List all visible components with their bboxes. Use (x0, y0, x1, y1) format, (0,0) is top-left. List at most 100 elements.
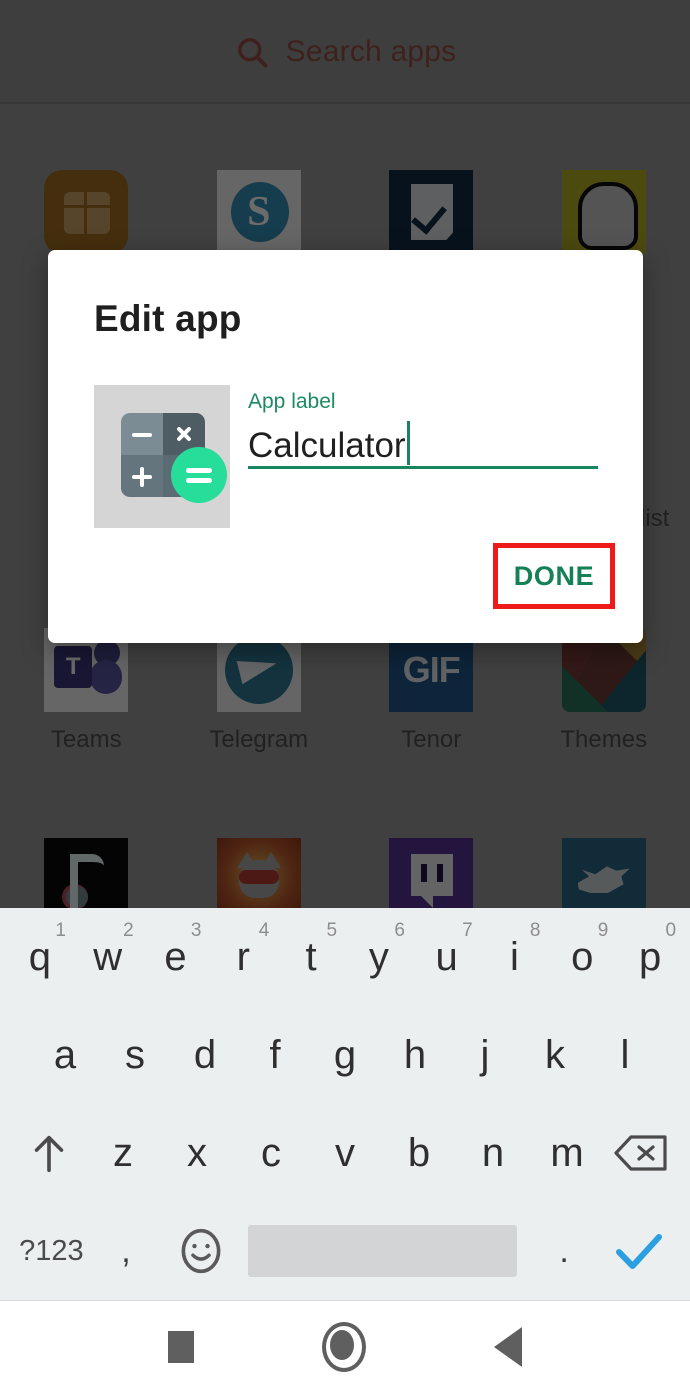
key-c[interactable]: c (234, 1110, 308, 1196)
key-hint-5: 5 (327, 920, 338, 942)
key-hint-6: 6 (394, 920, 405, 942)
android-navigation-bar (0, 1300, 690, 1393)
recents-square-icon[interactable] (168, 1331, 194, 1363)
talking-tom-hero-icon[interactable] (217, 838, 301, 908)
symbols-key[interactable]: ?123 (14, 1208, 89, 1294)
app-grid-row-2: T Teams Telegram GIF Tenor Themes (0, 628, 690, 754)
key-m[interactable]: m (530, 1110, 604, 1196)
app-cell-todo[interactable] (345, 170, 518, 254)
app-label-themes: Themes (560, 726, 647, 754)
skype-icon[interactable]: S (217, 170, 301, 254)
tenor-glyph: GIF (403, 649, 460, 691)
app-cell-twitch[interactable] (345, 838, 518, 908)
key-label: q (29, 935, 51, 980)
app-cell-skype[interactable]: S (173, 170, 346, 254)
space-key[interactable] (248, 1225, 517, 1277)
key-r[interactable]: 4r (209, 914, 277, 1000)
twitter-icon[interactable] (562, 838, 646, 908)
keyboard-row-4: ?123 , . (0, 1202, 690, 1300)
keyboard-row-1: 1q 2w 3e 4r 5t 6y 7u 8i 9o 0p (0, 908, 690, 1006)
minus-icon (132, 433, 152, 437)
key-e[interactable]: 3e (142, 914, 210, 1000)
key-j[interactable]: j (450, 1012, 520, 1098)
sim-toolkit-icon[interactable] (44, 170, 128, 254)
key-y[interactable]: 6y (345, 914, 413, 1000)
key-label: j (481, 1033, 490, 1078)
key-p[interactable]: 0p (616, 914, 684, 1000)
app-label-input[interactable]: Calculator (248, 418, 598, 469)
multiply-icon (175, 425, 193, 443)
app-cell-snapchat[interactable] (518, 170, 690, 254)
key-d[interactable]: d (170, 1012, 240, 1098)
partial-app-label: list (640, 505, 669, 533)
key-u[interactable]: 7u (413, 914, 481, 1000)
key-a[interactable]: a (30, 1012, 100, 1098)
back-triangle-icon[interactable] (494, 1327, 522, 1367)
key-f[interactable]: f (240, 1012, 310, 1098)
key-label: s (125, 1033, 145, 1078)
search-input[interactable]: Search apps (286, 35, 457, 69)
key-n[interactable]: n (456, 1110, 530, 1196)
key-label: k (545, 1033, 565, 1078)
key-hint-2: 2 (123, 920, 134, 942)
key-b[interactable]: b (382, 1110, 456, 1196)
equals-icon (171, 447, 227, 503)
key-label: . (559, 1232, 568, 1271)
key-w[interactable]: 2w (74, 914, 142, 1000)
home-circle-icon[interactable] (322, 1322, 366, 1372)
key-k[interactable]: k (520, 1012, 590, 1098)
key-s[interactable]: s (100, 1012, 170, 1098)
key-label: t (306, 935, 317, 980)
key-i[interactable]: 8i (481, 914, 549, 1000)
backspace-icon[interactable] (604, 1110, 678, 1196)
app-cell-tenor[interactable]: GIF Tenor (345, 628, 518, 754)
search-icon (234, 34, 270, 70)
enter-checkmark-icon[interactable] (601, 1208, 676, 1294)
key-label: o (571, 935, 593, 980)
key-label: m (550, 1131, 583, 1176)
app-label-field[interactable]: App label Calculator (248, 390, 598, 469)
tiktok-icon[interactable] (44, 838, 128, 908)
app-cell-sim-toolkit[interactable] (0, 170, 173, 254)
key-period[interactable]: . (527, 1208, 602, 1294)
snapchat-icon[interactable] (562, 170, 646, 254)
key-t[interactable]: 5t (277, 914, 345, 1000)
done-button[interactable]: DONE (498, 548, 610, 604)
key-label: p (639, 935, 661, 980)
app-label-input-value[interactable]: Calculator (248, 426, 406, 466)
key-label: ?123 (19, 1235, 84, 1268)
shift-up-arrow-icon[interactable] (12, 1110, 86, 1196)
key-label: c (261, 1131, 281, 1176)
key-z[interactable]: z (86, 1110, 160, 1196)
key-comma[interactable]: , (89, 1208, 164, 1294)
key-hint-7: 7 (462, 920, 473, 942)
key-x[interactable]: x (160, 1110, 234, 1196)
key-hint-4: 4 (259, 920, 270, 942)
search-bar-divider (0, 102, 690, 104)
key-label: l (621, 1033, 630, 1078)
key-q[interactable]: 1q (6, 914, 74, 1000)
app-cell-telegram[interactable]: Telegram (173, 628, 346, 754)
key-label: z (113, 1131, 133, 1176)
search-apps-bar[interactable]: Search apps (0, 0, 690, 104)
key-v[interactable]: v (308, 1110, 382, 1196)
app-cell-twitter[interactable] (518, 838, 690, 908)
todo-checkmark-icon[interactable] (389, 170, 473, 254)
key-h[interactable]: h (380, 1012, 450, 1098)
key-label: u (436, 935, 458, 980)
key-l[interactable]: l (590, 1012, 660, 1098)
on-screen-keyboard: 1q 2w 3e 4r 5t 6y 7u 8i 9o 0p a s d f g … (0, 908, 690, 1300)
key-label: a (54, 1033, 76, 1078)
key-o[interactable]: 9o (548, 914, 616, 1000)
app-cell-teams[interactable]: T Teams (0, 628, 173, 754)
app-cell-tiktok[interactable] (0, 838, 173, 908)
calculator-icon[interactable] (94, 385, 230, 528)
key-label: r (237, 935, 250, 980)
emoji-smiley-icon[interactable] (163, 1208, 238, 1294)
twitch-icon[interactable] (389, 838, 473, 908)
keyboard-row-3: z x c v b n m (0, 1104, 690, 1202)
app-cell-talking-tom[interactable] (173, 838, 346, 908)
app-cell-themes[interactable]: Themes (518, 628, 690, 754)
key-hint-9: 9 (598, 920, 609, 942)
key-g[interactable]: g (310, 1012, 380, 1098)
